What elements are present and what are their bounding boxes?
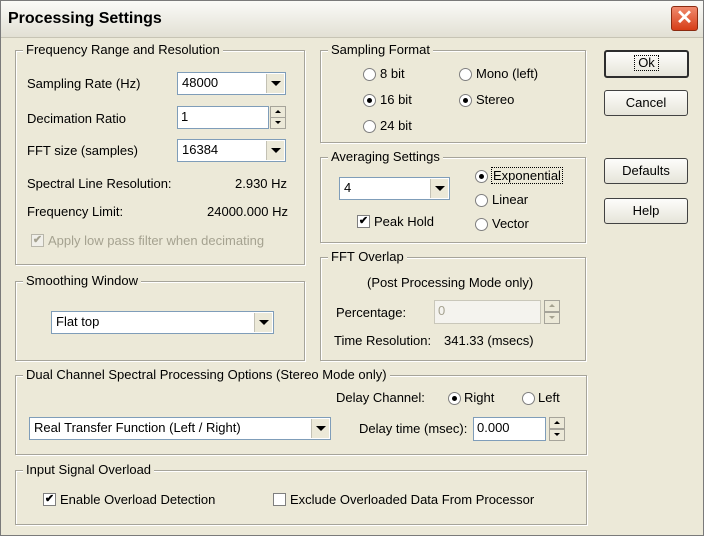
radio-delay-right-label: Right (464, 390, 495, 405)
exclude-overloaded-checkbox[interactable] (273, 493, 286, 506)
radio-delay-left[interactable] (522, 392, 535, 405)
ok-button-label: Ok (634, 55, 659, 71)
radio-exponential[interactable] (475, 170, 488, 183)
fft-overlap-note: (Post Processing Mode only) (367, 275, 534, 290)
dual-channel-group-title: Dual Channel Spectral Processing Options… (23, 367, 390, 382)
frequency-limit-value: 24000.000 Hz (207, 204, 288, 219)
dual-channel-function-value: Real Transfer Function (Left / Right) (34, 420, 241, 435)
ok-button[interactable]: Ok (604, 50, 689, 78)
sampling-rate-value: 48000 (182, 75, 219, 90)
fft-size-value: 16384 (182, 142, 219, 157)
overlap-percentage-value: 0 (438, 303, 446, 318)
decimation-ratio-spinner[interactable] (270, 106, 286, 129)
radio-24bit-label: 24 bit (380, 118, 412, 133)
overlap-percentage-label: Percentage: (336, 305, 407, 320)
sampling-format-group (320, 50, 586, 143)
radio-vector-label: Vector (492, 216, 529, 231)
chevron-down-icon[interactable] (311, 419, 329, 438)
decimation-ratio-value: 1 (181, 109, 189, 124)
exclude-overloaded-label: Exclude Overloaded Data From Processor (290, 492, 535, 507)
help-button[interactable]: Help (604, 198, 688, 224)
overlap-percentage-input[interactable]: 0 (434, 300, 541, 324)
radio-16bit[interactable] (363, 94, 376, 107)
spin-down-icon[interactable] (544, 312, 560, 324)
processing-settings-dialog: Processing Settings ✕ Frequency Range an… (0, 0, 704, 536)
delay-channel-label: Delay Channel: (336, 390, 425, 405)
sampling-rate-label: Sampling Rate (Hz) (27, 76, 141, 91)
radio-vector[interactable] (475, 218, 488, 231)
dual-channel-function-dropdown[interactable]: Real Transfer Function (Left / Right) (29, 417, 331, 440)
radio-delay-left-label: Left (538, 390, 560, 405)
radio-mono[interactable] (459, 68, 472, 81)
radio-mono-label: Mono (left) (476, 66, 539, 81)
spin-up-icon[interactable] (549, 417, 565, 429)
overlap-percentage-spinner[interactable] (544, 300, 560, 324)
spin-up-icon[interactable] (544, 300, 560, 312)
radio-exponential-label: Exponential (491, 167, 563, 184)
radio-delay-right[interactable] (448, 392, 461, 405)
decimation-ratio-label: Decimation Ratio (27, 111, 126, 126)
delay-time-value: 0.000 (477, 420, 510, 435)
peak-hold-label: Peak Hold (374, 214, 434, 229)
input-overload-group-title: Input Signal Overload (23, 462, 155, 477)
delay-time-label: Delay time (msec): (359, 421, 468, 436)
sampling-format-group-title: Sampling Format (328, 42, 433, 57)
time-resolution-value: 341.33 (msecs) (444, 333, 534, 348)
smoothing-window-group-title: Smoothing Window (23, 273, 141, 288)
lowpass-filter-checkbox[interactable]: ✔ (31, 234, 44, 247)
chevron-down-icon[interactable] (254, 313, 272, 332)
enable-overload-checkbox[interactable]: ✔ (43, 493, 56, 506)
fft-size-label: FFT size (samples) (27, 143, 138, 158)
lowpass-filter-label: Apply low pass filter when decimating (48, 233, 265, 248)
chevron-down-icon[interactable] (266, 74, 284, 93)
spectral-resolution-label: Spectral Line Resolution: (27, 176, 172, 191)
time-resolution-label: Time Resolution: (334, 333, 432, 348)
spin-down-icon[interactable] (549, 429, 565, 441)
frequency-range-group-title: Frequency Range and Resolution (23, 42, 223, 57)
smoothing-window-dropdown[interactable]: Flat top (51, 311, 274, 334)
radio-linear[interactable] (475, 194, 488, 207)
averaging-count-dropdown[interactable]: 4 (339, 177, 450, 200)
help-button-label: Help (632, 203, 660, 218)
radio-24bit[interactable] (363, 120, 376, 133)
close-button[interactable]: ✕ (671, 6, 698, 31)
sampling-rate-dropdown[interactable]: 48000 (177, 72, 286, 95)
averaging-settings-group-title: Averaging Settings (328, 149, 443, 164)
title-bar[interactable]: Processing Settings ✕ (1, 1, 703, 38)
spectral-resolution-value: 2.930 Hz (235, 176, 288, 191)
dialog-title: Processing Settings (8, 10, 162, 27)
frequency-limit-label: Frequency Limit: (27, 204, 124, 219)
defaults-button-label: Defaults (622, 163, 670, 178)
checkmark-icon: ✔ (358, 215, 369, 227)
radio-8bit[interactable] (363, 68, 376, 81)
radio-16bit-label: 16 bit (380, 92, 412, 107)
radio-stereo-label: Stereo (476, 92, 515, 107)
dual-channel-group (15, 375, 587, 455)
delay-time-spinner[interactable] (549, 417, 565, 441)
chevron-down-icon[interactable] (430, 179, 448, 198)
close-icon: ✕ (676, 7, 693, 29)
delay-time-input[interactable]: 0.000 (473, 417, 546, 441)
radio-stereo[interactable] (459, 94, 472, 107)
radio-8bit-label: 8 bit (380, 66, 405, 81)
averaging-count-value: 4 (344, 180, 352, 195)
enable-overload-label: Enable Overload Detection (60, 492, 216, 507)
fft-size-dropdown[interactable]: 16384 (177, 139, 286, 162)
defaults-button[interactable]: Defaults (604, 158, 688, 184)
checkmark-icon: ✔ (32, 234, 43, 246)
radio-linear-label: Linear (492, 192, 529, 207)
spin-down-icon[interactable] (270, 117, 286, 129)
chevron-down-icon[interactable] (266, 141, 284, 160)
decimation-ratio-input[interactable]: 1 (177, 106, 269, 129)
smoothing-window-value: Flat top (56, 314, 100, 329)
fft-overlap-group-title: FFT Overlap (328, 249, 407, 264)
peak-hold-checkbox[interactable]: ✔ (357, 215, 370, 228)
cancel-button[interactable]: Cancel (604, 90, 688, 116)
cancel-button-label: Cancel (625, 95, 667, 110)
checkmark-icon: ✔ (44, 493, 55, 505)
